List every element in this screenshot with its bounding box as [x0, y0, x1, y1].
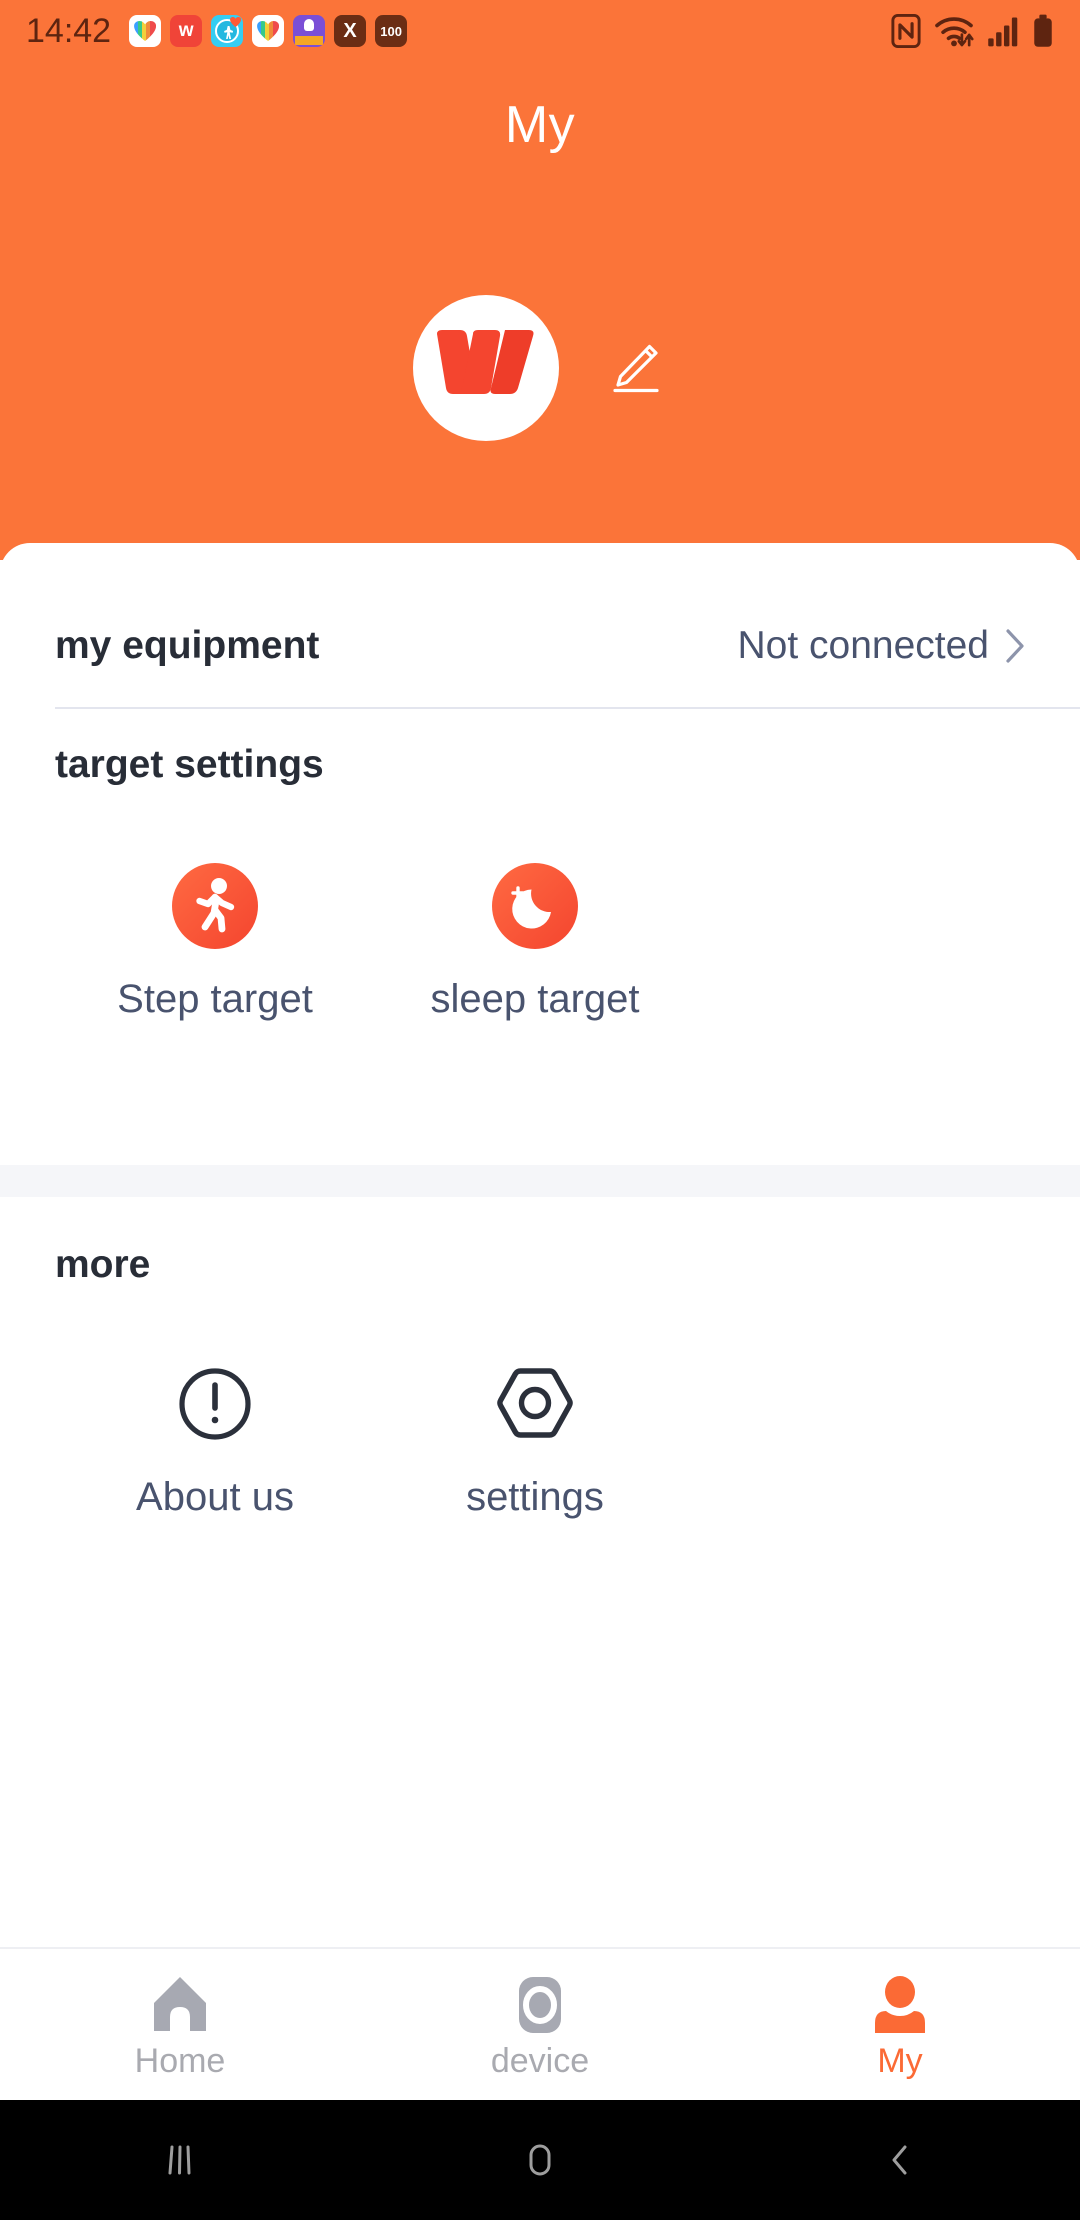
recents-button[interactable] [0, 2137, 360, 2183]
page-title: My [504, 96, 576, 154]
step-target-item[interactable]: Step target [55, 863, 375, 1022]
pencil-icon [613, 344, 659, 393]
rainbow-heart-app-icon [129, 15, 162, 47]
about-us-item[interactable]: About us [55, 1361, 375, 1520]
more-grid: About us settings [55, 1361, 1080, 1520]
cellular-signal-icon [988, 17, 1018, 47]
status-bar-clock: 14:42 [26, 11, 112, 50]
tab-device-label: device [490, 2042, 590, 2080]
back-button[interactable] [720, 2137, 1080, 2183]
hex-nut-glyph [497, 1368, 573, 1438]
home-glyph [154, 1977, 206, 2031]
exclamation-circle-icon [172, 1361, 258, 1447]
moon-stars-icon [492, 863, 578, 949]
rainbow-heart-app-icon-2 [252, 15, 285, 47]
nfc-icon [891, 14, 921, 48]
phone-screen: 14:42 w X 100 My my equipment Not connec… [0, 0, 1080, 2220]
exclamation-circle-glyph [179, 1368, 251, 1440]
more-heading: more [55, 1243, 151, 1286]
about-us-label: About us [136, 1475, 294, 1519]
status-bar-system-icons [891, 14, 1054, 48]
globe-person-app-icon [211, 15, 244, 47]
home-circle-icon [529, 2144, 551, 2176]
back-icon [892, 2145, 907, 2175]
section-separator [0, 1165, 1080, 1197]
avatar[interactable] [413, 295, 559, 441]
status-bar: 14:42 w X 100 [0, 0, 1080, 62]
w-logo-icon [437, 330, 534, 394]
battery-100-app-icon: 100 [375, 15, 408, 47]
android-navigation-bar [0, 2100, 1080, 2220]
equipment-status-text: Not connected [737, 624, 989, 667]
w-brand-app-icon: w [170, 15, 203, 47]
profile-header: 14:42 w X 100 My [0, 0, 1080, 560]
sleep-target-item[interactable]: sleep target [375, 863, 695, 1022]
home-button[interactable] [360, 2137, 720, 2183]
my-equipment-row[interactable]: my equipment Not connected [0, 583, 1080, 709]
device-glyph [519, 1977, 561, 2033]
recents-icon [168, 2145, 191, 2175]
equipment-divider [55, 707, 1080, 709]
avatar-row [0, 295, 1080, 441]
bottom-tab-bar: Home device My [0, 1947, 1080, 2100]
tab-device[interactable]: device [360, 1949, 720, 2100]
settings-label: settings [466, 1475, 604, 1519]
target-settings-grid: Step target sleep target [55, 863, 1080, 1022]
tab-my-label: My [877, 2042, 923, 2080]
person-icon [871, 1974, 929, 2036]
walking-person-icon [172, 863, 258, 949]
chevron-right-icon [1006, 629, 1024, 663]
my-equipment-label: my equipment [55, 624, 320, 667]
walking-person-glyph [196, 878, 235, 933]
hex-nut-icon [492, 1361, 578, 1447]
person-glyph [875, 1976, 925, 2033]
home-icon [149, 1974, 211, 2036]
tab-home-label: Home [134, 2042, 226, 2080]
device-icon [510, 1974, 570, 2036]
wifi-icon [935, 17, 974, 47]
purple-badge-app-icon [293, 15, 326, 47]
content-card: my equipment Not connected target settin… [0, 543, 1080, 1947]
tab-home[interactable]: Home [0, 1949, 360, 2100]
step-target-label: Step target [117, 977, 313, 1021]
my-equipment-value-group: Not connected [737, 624, 1025, 668]
x-app-icon: X [334, 15, 367, 47]
moon-stars-glyph [511, 886, 551, 929]
edit-profile-button[interactable] [603, 336, 667, 400]
settings-item[interactable]: settings [375, 1361, 695, 1520]
sleep-target-label: sleep target [430, 977, 640, 1021]
battery-icon [1034, 14, 1052, 47]
tab-my[interactable]: My [720, 1949, 1080, 2100]
target-settings-heading: target settings [55, 743, 324, 786]
